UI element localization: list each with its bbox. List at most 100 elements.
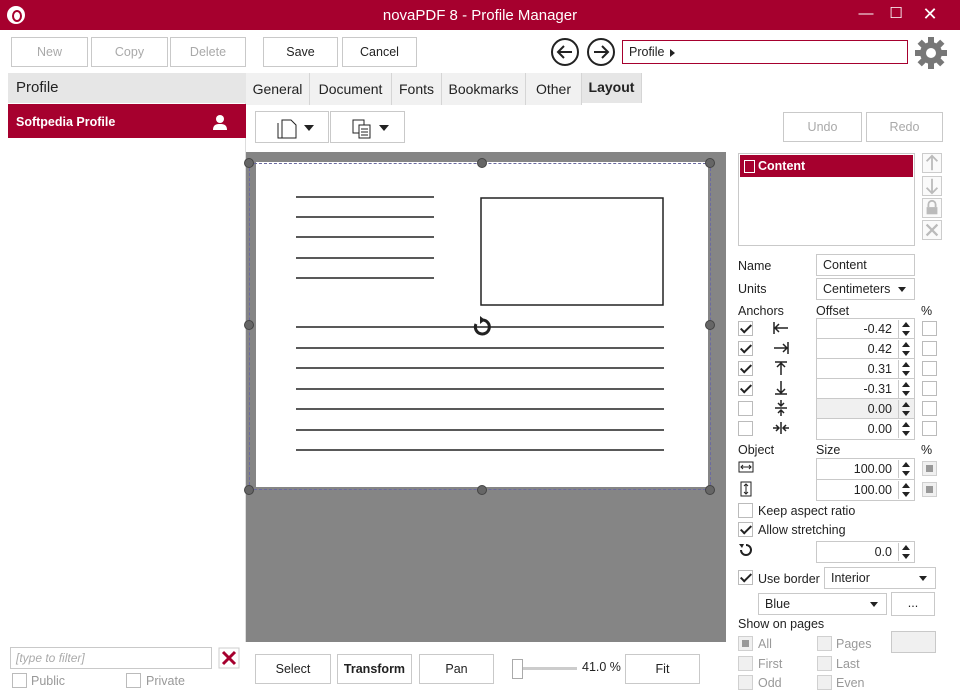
resize-handle-tr[interactable]: [705, 158, 715, 168]
delete-object-icon[interactable]: [922, 220, 942, 240]
pages-last-checkbox[interactable]: [817, 656, 832, 671]
zoom-slider-thumb[interactable]: [512, 659, 523, 679]
tab-fonts[interactable]: Fonts: [392, 73, 442, 105]
move-down-icon[interactable]: [922, 176, 942, 196]
breadcrumb-item[interactable]: Profile: [629, 45, 664, 59]
undo-button[interactable]: Undo: [783, 112, 862, 142]
height-percent-checkbox[interactable]: [922, 482, 937, 497]
pan-mode-button[interactable]: Pan: [419, 654, 494, 684]
spinner-arrows-icon[interactable]: [898, 400, 913, 418]
border-color-select[interactable]: Blue: [758, 593, 887, 615]
keep-aspect-checkbox[interactable]: [738, 503, 753, 518]
units-select[interactable]: Centimeters: [816, 278, 915, 300]
move-up-icon[interactable]: [922, 153, 942, 173]
spinner-arrows-icon[interactable]: [898, 543, 913, 561]
profile-list-item[interactable]: Softpedia Profile: [8, 104, 246, 138]
select-mode-button[interactable]: Select: [255, 654, 331, 684]
allow-stretch-checkbox[interactable]: [738, 522, 753, 537]
name-input[interactable]: Content: [816, 254, 915, 276]
private-label: Private: [146, 674, 185, 688]
spinner-arrows-icon[interactable]: [898, 380, 913, 398]
anchor-left-percent-checkbox[interactable]: [922, 321, 937, 336]
resize-handle-l[interactable]: [244, 320, 254, 330]
anchor-right-checkbox[interactable]: [738, 341, 753, 356]
fit-button[interactable]: Fit: [625, 654, 700, 684]
anchor-top-offset-input[interactable]: 0.31: [816, 358, 915, 380]
height-input[interactable]: 100.00: [816, 479, 915, 501]
anchor-bottom-checkbox[interactable]: [738, 381, 753, 396]
save-button[interactable]: Save: [263, 37, 338, 67]
private-checkbox[interactable]: [126, 673, 141, 688]
resize-handle-b[interactable]: [477, 485, 487, 495]
spinner-arrows-icon[interactable]: [898, 340, 913, 358]
resize-handle-r[interactable]: [705, 320, 715, 330]
anchor-hcenter-percent-checkbox[interactable]: [922, 421, 937, 436]
spinner-arrows-icon[interactable]: [898, 360, 913, 378]
pages-odd-checkbox[interactable]: [738, 675, 753, 690]
tab-other[interactable]: Other: [526, 73, 582, 105]
lock-icon[interactable]: [922, 198, 942, 218]
clear-filter-icon[interactable]: [218, 647, 240, 669]
cancel-button[interactable]: Cancel: [342, 37, 417, 67]
close-button[interactable]: ✕: [915, 0, 945, 30]
spinner-arrows-icon[interactable]: [898, 481, 913, 499]
tab-document[interactable]: Document: [310, 73, 392, 105]
tab-general[interactable]: General: [246, 73, 310, 105]
rotate-handle-icon[interactable]: [471, 316, 493, 338]
offset-label: Offset: [816, 304, 850, 318]
transform-mode-button[interactable]: Transform: [337, 654, 412, 684]
anchor-vcenter-offset-input[interactable]: 0.00: [816, 398, 915, 420]
resize-handle-t[interactable]: [477, 158, 487, 168]
redo-button[interactable]: Redo: [866, 112, 943, 142]
use-border-checkbox[interactable]: [738, 570, 753, 585]
anchor-left-checkbox[interactable]: [738, 321, 753, 336]
copy-layout-button[interactable]: [330, 111, 405, 143]
content-object-item[interactable]: Content: [740, 155, 913, 177]
border-more-button[interactable]: ...: [891, 592, 935, 616]
anchor-bottom-offset-input[interactable]: -0.31: [816, 378, 915, 400]
rotation-input[interactable]: 0.0: [816, 541, 915, 563]
minimize-button[interactable]: —: [851, 0, 881, 30]
pages-even-checkbox[interactable]: [817, 675, 832, 690]
delete-button[interactable]: Delete: [170, 37, 246, 67]
anchor-vcenter-checkbox[interactable]: [738, 401, 753, 416]
anchor-top-checkbox[interactable]: [738, 361, 753, 376]
profile-filter-input[interactable]: [type to filter]: [10, 647, 212, 669]
resize-handle-tl[interactable]: [244, 158, 254, 168]
new-button[interactable]: New: [11, 37, 88, 67]
back-button[interactable]: [551, 38, 579, 66]
width-input[interactable]: 100.00: [816, 458, 915, 480]
page-orientation-button[interactable]: [255, 111, 329, 143]
anchor-hcenter-checkbox[interactable]: [738, 421, 753, 436]
maximize-button[interactable]: ☐: [881, 0, 911, 30]
zoom-slider-track[interactable]: [515, 667, 577, 670]
copy-button[interactable]: Copy: [91, 37, 168, 67]
anchor-right-offset-input[interactable]: 0.42: [816, 338, 915, 360]
anchor-top-percent-checkbox[interactable]: [922, 361, 937, 376]
anchor-right-percent-checkbox[interactable]: [922, 341, 937, 356]
resize-handle-br[interactable]: [705, 485, 715, 495]
width-percent-checkbox[interactable]: [922, 461, 937, 476]
resize-handle-bl[interactable]: [244, 485, 254, 495]
layout-canvas[interactable]: [244, 152, 726, 642]
tab-layout[interactable]: Layout: [582, 73, 642, 103]
breadcrumb-caret-icon[interactable]: [670, 48, 676, 57]
pages-custom-checkbox[interactable]: [817, 636, 832, 651]
anchor-vcenter-percent-checkbox[interactable]: [922, 401, 937, 416]
anchor-hcenter-offset-input[interactable]: 0.00: [816, 418, 915, 440]
dropdown-arrow-icon: [379, 125, 389, 131]
tab-bookmarks[interactable]: Bookmarks: [442, 73, 526, 105]
border-style-select[interactable]: Interior: [824, 567, 936, 589]
pages-range-input[interactable]: [891, 631, 936, 653]
spinner-arrows-icon[interactable]: [898, 460, 913, 478]
pages-first-checkbox[interactable]: [738, 656, 753, 671]
anchor-left-offset-input[interactable]: -0.42: [816, 318, 915, 340]
forward-button[interactable]: [587, 38, 615, 66]
spinner-arrows-icon[interactable]: [898, 320, 913, 338]
spinner-arrows-icon[interactable]: [898, 420, 913, 438]
anchor-bottom-percent-checkbox[interactable]: [922, 381, 937, 396]
settings-gear-icon[interactable]: [914, 36, 948, 70]
breadcrumb[interactable]: Profile: [622, 40, 908, 64]
public-checkbox[interactable]: [12, 673, 27, 688]
pages-all-checkbox[interactable]: [738, 636, 753, 651]
